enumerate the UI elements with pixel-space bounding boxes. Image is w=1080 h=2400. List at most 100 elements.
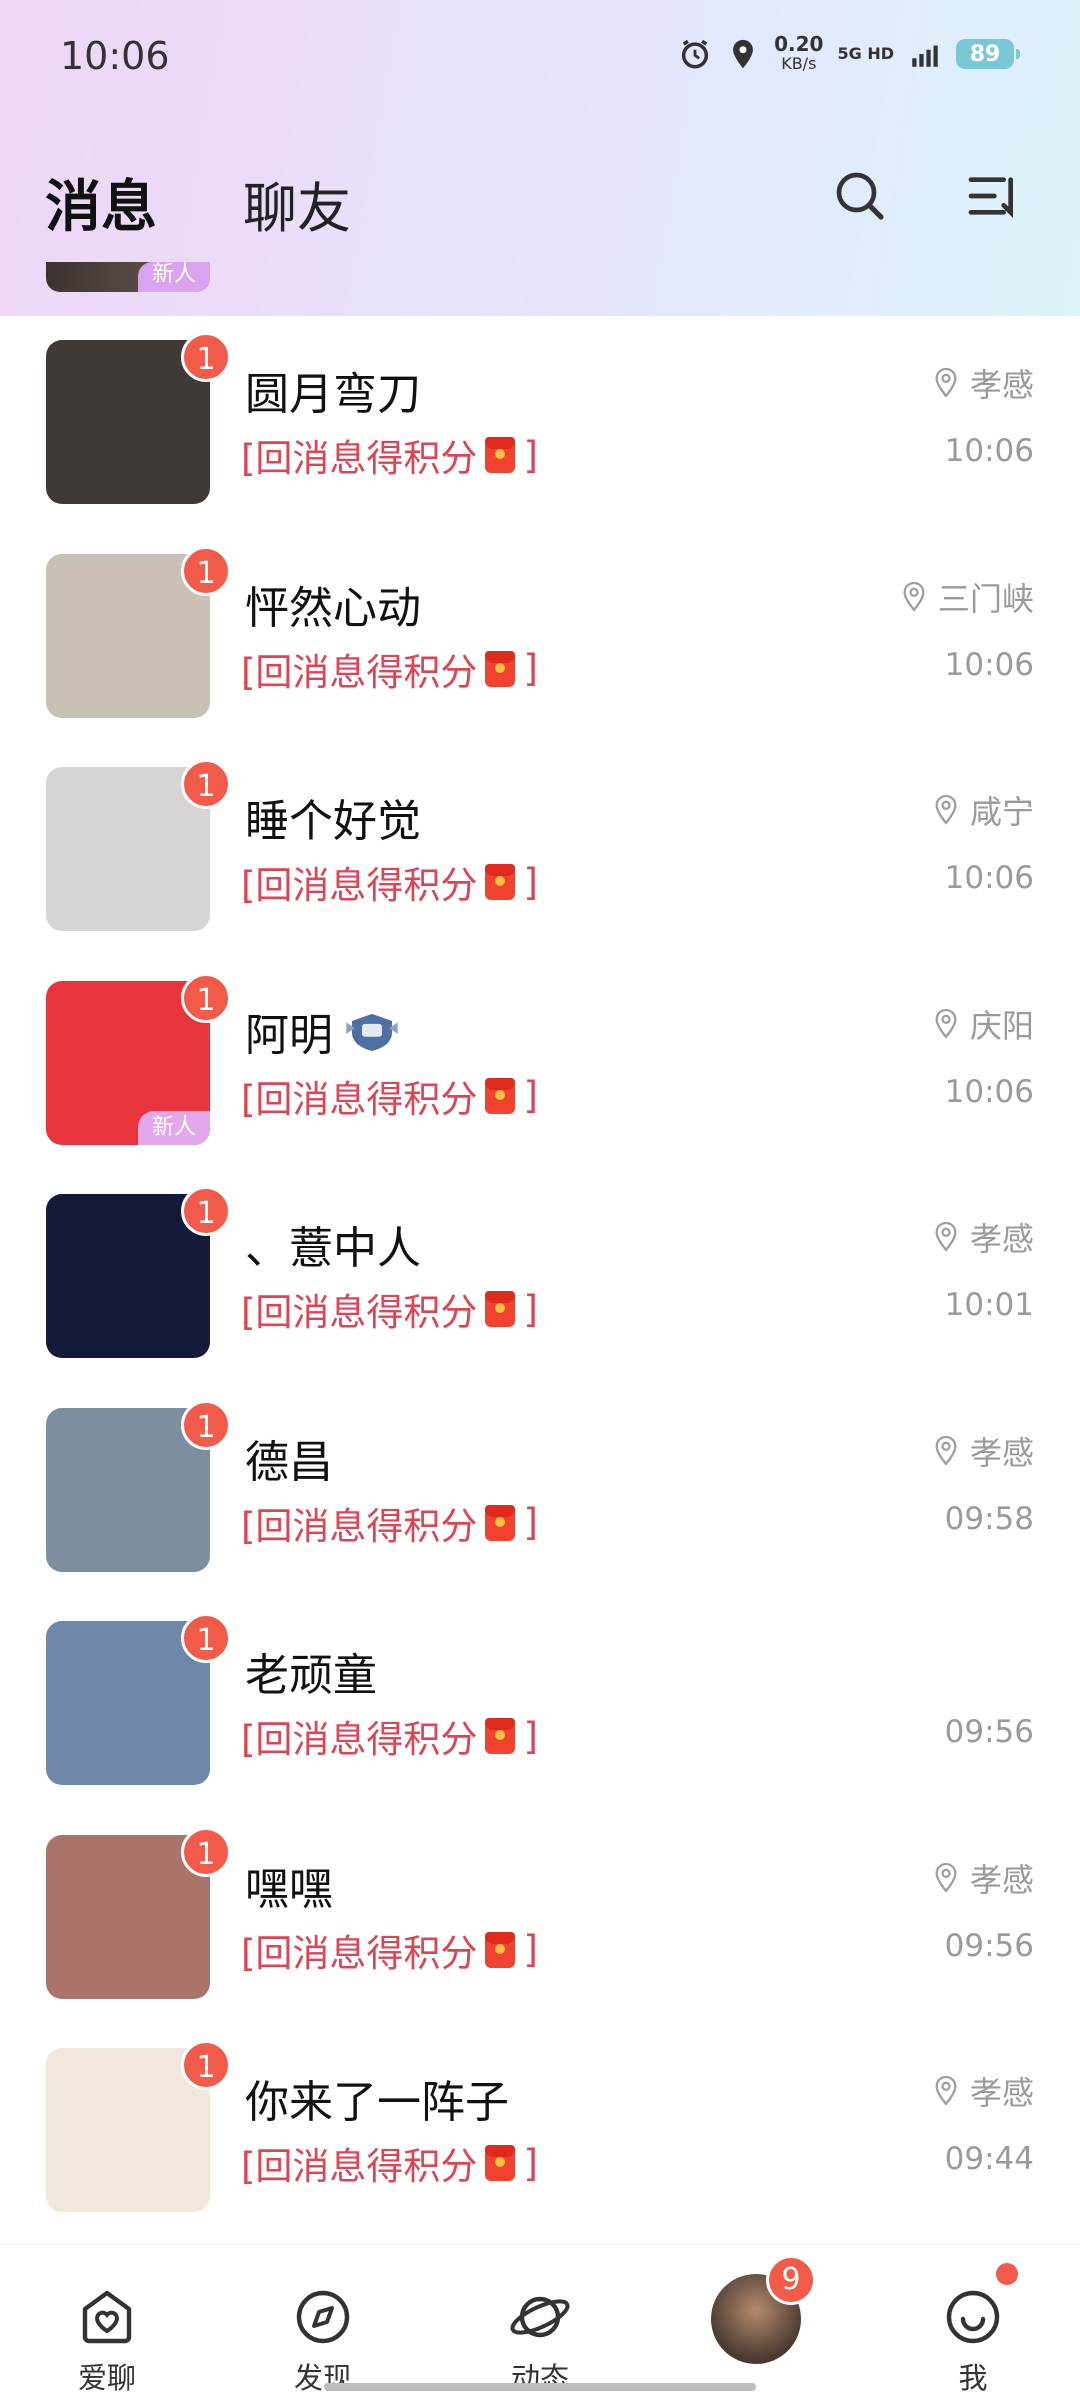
location-text: 孝感 xyxy=(969,366,1034,404)
message-time: 10:06 xyxy=(944,433,1034,469)
contact-name-text: 、薏中人 xyxy=(245,1223,421,1274)
status-bar: 10:06 0.20 KB/s 5G HD 89 xyxy=(0,0,1080,116)
location-pin-icon xyxy=(935,1221,957,1252)
red-envelope-icon xyxy=(485,1291,516,1327)
contact-name-text: 睡个好觉 xyxy=(245,796,421,847)
unread-badge: 1 xyxy=(181,759,231,809)
unread-badge: 1 xyxy=(181,1613,231,1663)
reward-prompt: [回消息得积分 ] xyxy=(241,428,538,482)
contact-name: 德昌 xyxy=(245,1426,333,1490)
reward-text: [回消息得积分 xyxy=(241,1077,478,1121)
contact-name-text: 怦然心动 xyxy=(245,582,421,634)
partial-list-item[interactable]: 新人 xyxy=(46,262,210,292)
center-unread-badge: 9 xyxy=(766,2255,816,2305)
location-text: 孝感 xyxy=(969,2074,1034,2112)
location: 孝感 xyxy=(932,1214,1034,1260)
message-time: 10:06 xyxy=(944,646,1034,683)
red-envelope-icon xyxy=(485,437,516,473)
reward-prompt: [回消息得积分 ] xyxy=(241,1709,538,1763)
tab-messages[interactable]: 消息 xyxy=(45,162,157,243)
location-icon xyxy=(733,39,754,69)
location-text: 孝感 xyxy=(969,1433,1034,1472)
reward-bracket: ] xyxy=(523,2141,538,2185)
contact-name-text: 圆月弯刀 xyxy=(245,369,421,420)
red-envelope-icon xyxy=(485,1077,516,1114)
conversation-row[interactable]: 1 你来了一阵子 [回消息得积分 ] 孝感 09:44 xyxy=(0,2024,1080,2238)
message-time: 10:01 xyxy=(944,1287,1034,1323)
reward-bracket: ] xyxy=(523,1074,538,1117)
unread-badge: 1 xyxy=(181,545,231,596)
contact-name: 老顽童 xyxy=(245,1639,377,1703)
unread-badge: 1 xyxy=(181,1186,231,1236)
conversation-row[interactable]: 1 圆月弯刀 [回消息得积分 ] 孝感 10:06 xyxy=(0,316,1080,530)
compass-icon xyxy=(296,2290,350,2344)
red-envelope-icon xyxy=(485,1504,516,1541)
location: 孝感 xyxy=(932,1855,1034,1901)
reward-prompt: [回消息得积分 ] xyxy=(241,1923,538,1977)
contact-name: 阿明 xyxy=(245,999,401,1063)
nav-item-aiLiao[interactable]: 爱聊 xyxy=(32,2245,182,2400)
conversation-row[interactable]: 1 德昌 [回消息得积分 ] 孝感 09:58 xyxy=(0,1384,1080,1598)
status-icons: 0.20 KB/s 5G HD 89 xyxy=(678,34,1020,74)
reward-prompt: [回消息得积分 ] xyxy=(241,1282,538,1336)
conversation-row[interactable]: 1 嘿嘿 [回消息得积分 ] 孝感 09:56 xyxy=(0,1811,1080,2025)
reward-bracket: ] xyxy=(523,1501,538,1544)
reward-text: [回消息得积分 xyxy=(241,650,478,694)
reward-bracket: ] xyxy=(523,1714,538,1758)
vip-shield-icon xyxy=(346,1013,398,1051)
nav-item-me[interactable]: 我 xyxy=(898,2245,1048,2400)
reward-bracket: ] xyxy=(523,1928,538,1971)
contact-name-text: 德昌 xyxy=(245,1436,333,1488)
location: 咸宁 xyxy=(932,787,1034,833)
page-header: 消息 聊友 xyxy=(0,150,1080,250)
conversation-row[interactable]: 1 、薏中人 [回消息得积分 ] 孝感 10:01 xyxy=(0,1170,1080,1384)
search-icon xyxy=(836,172,884,220)
reward-text: [回消息得积分 xyxy=(241,1718,478,1761)
reward-text: [回消息得积分 xyxy=(241,864,478,907)
signal-icon xyxy=(912,45,938,67)
conversation-row[interactable]: 1 老顽童 [回消息得积分 ] 09:56 xyxy=(0,1597,1080,1811)
reward-bracket: ] xyxy=(523,1287,538,1331)
tab-friends[interactable]: 聊友 xyxy=(243,164,351,243)
location-pin-icon xyxy=(935,367,957,398)
message-time: 10:06 xyxy=(944,1073,1034,1110)
unread-badge: 1 xyxy=(181,1826,231,1877)
location: 庆阳 xyxy=(932,1001,1034,1047)
unread-badge: 1 xyxy=(181,2040,231,2090)
conversation-row[interactable]: 1 怦然心动 [回消息得积分 ] 三门峡 10:06 xyxy=(0,530,1080,744)
reward-prompt: [回消息得积分 ] xyxy=(241,2136,538,2190)
unread-badge: 1 xyxy=(181,1399,231,1450)
home-indicator[interactable] xyxy=(324,2383,756,2391)
me-notification-dot xyxy=(996,2263,1018,2285)
nav-item-discover[interactable]: 发现 xyxy=(248,2245,398,2400)
contact-name: 睡个好觉 xyxy=(245,785,421,849)
sort-button[interactable] xyxy=(962,166,1022,226)
location-text: 孝感 xyxy=(969,1860,1034,1899)
reward-text: [回消息得积分 xyxy=(241,2145,478,2188)
message-time: 09:56 xyxy=(944,1927,1034,1964)
nav-label: 我 xyxy=(958,2361,988,2395)
contact-name-text: 嘿嘿 xyxy=(245,1863,333,1915)
reward-bracket: ] xyxy=(523,860,538,904)
nav-label: 爱聊 xyxy=(77,2361,136,2395)
reward-text: [回消息得积分 xyxy=(241,1931,478,1975)
contact-name: 怦然心动 xyxy=(245,572,421,636)
reward-text: [回消息得积分 xyxy=(241,437,478,480)
conversation-row[interactable]: 1 睡个好觉 [回消息得积分 ] 咸宁 10:06 xyxy=(0,743,1080,957)
contact-name-text: 你来了一阵子 xyxy=(245,2077,509,2128)
message-time: 09:56 xyxy=(944,1714,1034,1750)
contact-name: 圆月弯刀 xyxy=(245,358,421,422)
message-time: 09:58 xyxy=(944,1500,1034,1537)
contact-name: 、薏中人 xyxy=(245,1212,421,1276)
contact-name-text: 阿明 xyxy=(245,1009,333,1061)
message-time: 10:06 xyxy=(944,860,1034,896)
network-type: 5G HD xyxy=(837,44,894,63)
heart-home-icon xyxy=(82,2290,132,2344)
location-text: 庆阳 xyxy=(969,1006,1034,1045)
search-button[interactable] xyxy=(830,166,890,226)
unread-badge: 1 xyxy=(181,332,231,382)
location-pin-icon xyxy=(935,794,957,825)
location-text: 三门峡 xyxy=(937,579,1034,618)
nav-item-moments[interactable]: 动态 xyxy=(465,2245,615,2400)
conversation-row[interactable]: 新人 1 阿明 [回消息得积分 ] 庆阳 10:06 xyxy=(0,957,1080,1171)
